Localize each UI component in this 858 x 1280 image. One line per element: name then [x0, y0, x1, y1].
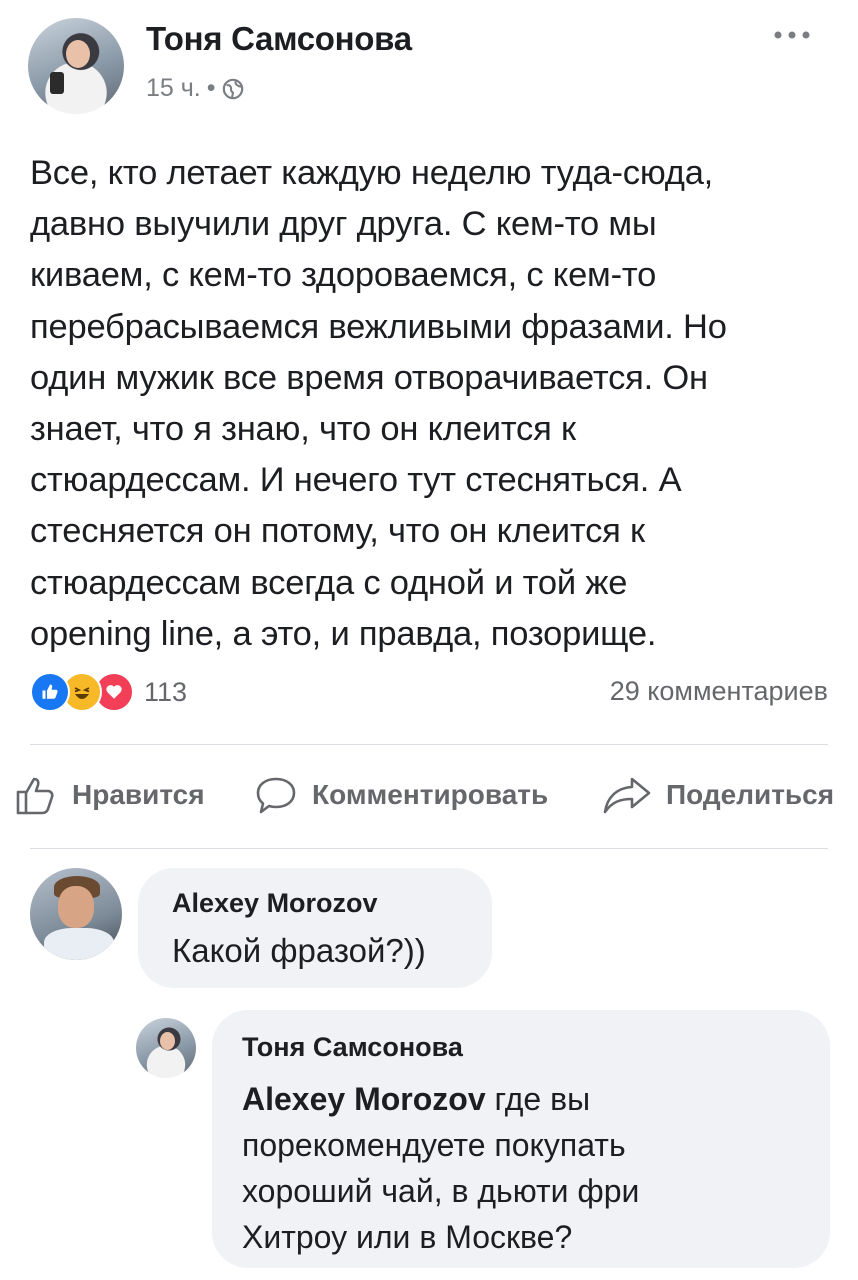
- comment-bubble[interactable]: Alexey Morozov Какой фразой?)): [138, 868, 492, 988]
- meta-separator: •: [206, 74, 216, 102]
- comment-author-name[interactable]: Alexey Morozov: [172, 888, 378, 919]
- reply-author-name[interactable]: Тоня Самсонова: [242, 1032, 463, 1063]
- avatar-phone: [50, 72, 64, 94]
- reactions-summary[interactable]: 113: [30, 672, 187, 712]
- reply-text-line: порекомендуете покупать: [242, 1127, 626, 1163]
- post-text-line: киваем, с кем-то здороваемся, с кем-то: [30, 256, 657, 295]
- post-meta: 15 ч. •: [146, 74, 244, 103]
- avatar-face: [58, 886, 94, 928]
- avatar-face: [160, 1032, 175, 1050]
- post-time[interactable]: 15 ч.: [146, 74, 201, 103]
- reply-text-line: Хитроу или в Москве?: [242, 1219, 573, 1255]
- reply-text-fragment: где вы: [485, 1081, 591, 1117]
- commenter-avatar[interactable]: [30, 868, 122, 960]
- reply-bubble[interactable]: Тоня Самсонова Alexey Morozov где вы пор…: [212, 1010, 830, 1268]
- share-arrow-icon: [603, 777, 651, 814]
- globe-icon: [222, 78, 243, 99]
- share-label: Поделиться: [666, 779, 835, 810]
- post-text-line: перебрасываемся вежливыми фразами. Но: [30, 307, 727, 346]
- more-options-icon[interactable]: [770, 18, 820, 48]
- post-text-line: знает, что я знаю, что он клеится к: [30, 410, 576, 449]
- comment-text: Какой фразой?)): [172, 932, 426, 969]
- thumbs-up-icon: [16, 777, 54, 815]
- post-text-line: стесняется он потому, что он клеится к: [30, 512, 645, 551]
- divider: [30, 744, 828, 745]
- divider: [30, 848, 828, 849]
- comment-label: Комментировать: [312, 779, 549, 810]
- share-button[interactable]: Поделиться: [602, 770, 834, 820]
- post-text-line: стюардессам всегда с одной и той же: [30, 563, 628, 602]
- mention-link[interactable]: Alexey Morozov: [242, 1081, 486, 1117]
- comments-count[interactable]: 29 комментариев: [610, 676, 828, 707]
- avatar-face: [66, 40, 90, 68]
- comment-bubble-icon: [256, 777, 296, 814]
- post-text-line: стюардессам. И нечего тут стесняться. А: [30, 461, 682, 500]
- post-text-line: Все, кто летает каждую неделю туда-сюда,: [30, 154, 714, 192]
- post-body: Все, кто летает каждую неделю туда-сюда,…: [30, 148, 842, 660]
- post-text-line: один мужик все время отворачивается. Он: [30, 358, 708, 397]
- like-button[interactable]: Нравится: [14, 770, 205, 820]
- post-text-line: opening line, а это, и правда, позорище.: [30, 614, 657, 653]
- more-dots-icon: [774, 31, 810, 39]
- author-avatar[interactable]: [28, 18, 124, 114]
- reply-text: Alexey Morozov где вы порекомендуете пок…: [242, 1076, 812, 1260]
- reply-text-line: Alexey Morozov где вы: [242, 1076, 812, 1122]
- like-label: Нравится: [72, 779, 205, 810]
- reply-avatar[interactable]: [136, 1018, 196, 1078]
- post-text-line: давно выучили друг друга. С кем-то мы: [30, 205, 657, 244]
- like-icon: [30, 672, 70, 712]
- post-author-name[interactable]: Тоня Самсонова: [146, 20, 412, 58]
- avatar-scarf: [44, 928, 114, 960]
- reaction-count: 113: [144, 676, 188, 707]
- comment-button[interactable]: Комментировать: [254, 770, 548, 820]
- reply-text-line: хороший чай, в дьюти фри: [242, 1173, 640, 1209]
